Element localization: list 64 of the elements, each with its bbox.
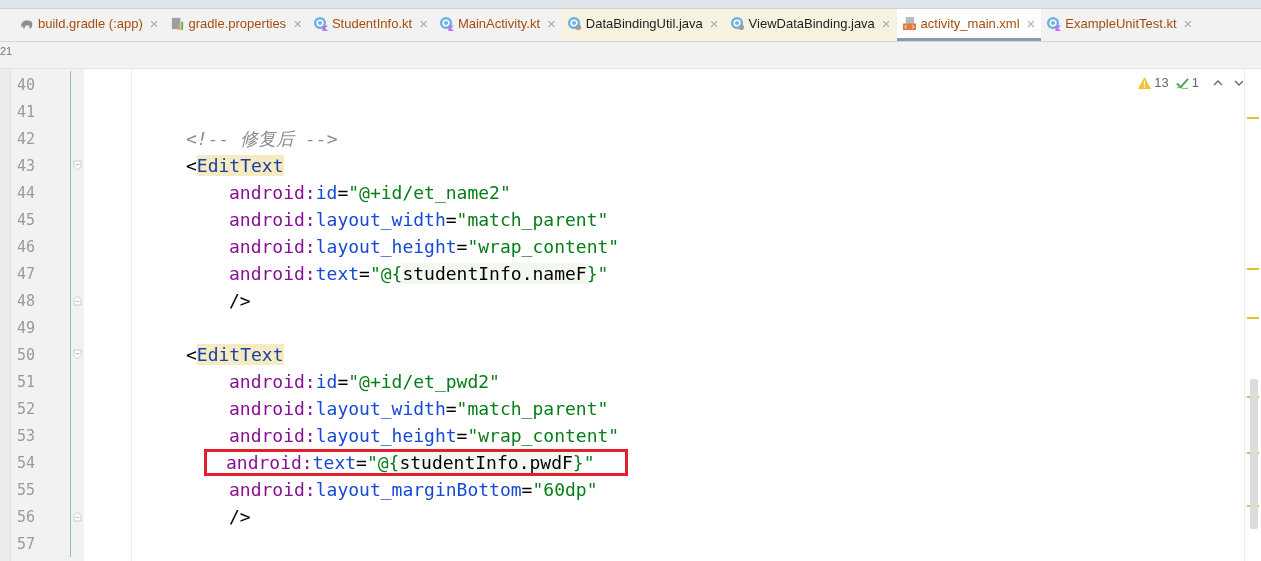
line-number: 53 — [16, 426, 37, 445]
code-line: android:id="@+id/et_pwd2" — [228, 370, 501, 394]
chart-icon — [169, 16, 185, 31]
scrollbar-thumb[interactable] — [1250, 379, 1258, 529]
warning-count: 13 — [1154, 75, 1169, 90]
xml-file-icon — [901, 16, 917, 31]
line-number: 49 — [16, 318, 37, 337]
class-icon — [312, 16, 328, 31]
line-number: 57 — [16, 534, 37, 553]
code-line: <!-- 修复后 --> — [185, 126, 339, 151]
tab-label: build.gradle (:app) — [38, 16, 143, 31]
fold-icon[interactable] — [73, 511, 83, 522]
line-number: 50 — [16, 345, 37, 364]
line-number: 43 — [16, 156, 37, 175]
line-number: 56 — [16, 507, 37, 526]
code-line: /> — [228, 505, 252, 529]
code-line: android:layout_marginBottom="60dp" — [228, 478, 599, 502]
line-number: 45 — [16, 210, 37, 229]
warning-icon[interactable] — [1138, 76, 1152, 89]
code-line: android:layout_width="match_parent" — [228, 208, 610, 232]
check-icon[interactable] — [1175, 76, 1189, 89]
line-number: 47 — [16, 264, 37, 283]
panel-label: 21 — [0, 45, 13, 57]
code-line: android:id="@+id/et_name2" — [228, 181, 512, 205]
line-number: 40 — [16, 75, 37, 94]
code-line: android:layout_height="wrap_content" — [228, 235, 621, 259]
fold-icon[interactable] — [73, 349, 83, 360]
line-number: 55 — [16, 480, 37, 499]
line-number: 42 — [16, 129, 37, 148]
code-line: /> — [228, 289, 252, 313]
line-number: 41 — [16, 102, 37, 121]
tab-label: gradle.properties — [188, 16, 287, 31]
line-number: 44 — [16, 183, 37, 202]
editor-tab[interactable]: StudentInfo.kt × — [307, 9, 434, 41]
editor-tab[interactable]: ViewDataBinding.java × — [724, 9, 897, 41]
line-number: 51 — [16, 372, 37, 391]
tab-label: ExampleUnitTest.kt — [1065, 16, 1177, 31]
line-number: 52 — [16, 399, 37, 418]
editor-tab[interactable]: gradle.properties × — [164, 9, 308, 41]
tab-label: activity_main.xml — [920, 16, 1020, 31]
tab-label: MainActivity.kt — [457, 16, 540, 31]
fold-icon[interactable] — [73, 295, 83, 306]
line-number: 48 — [16, 291, 37, 310]
fold-icon[interactable] — [73, 160, 83, 171]
code-line: android:text="@{studentInfo.nameF}" — [228, 262, 610, 286]
line-number: 46 — [16, 237, 37, 256]
weak-warning-count: 1 — [1191, 75, 1199, 90]
line-number: 54 — [16, 453, 37, 472]
class-icon — [566, 16, 582, 31]
code-line: <EditText — [185, 343, 285, 367]
code-line: <EditText — [185, 154, 285, 178]
class-icon — [438, 16, 454, 31]
code-line: android:layout_height="wrap_content" — [228, 424, 621, 448]
class-icon — [1046, 16, 1062, 31]
editor-tab[interactable]: activity_main.xml × — [896, 9, 1042, 41]
tab-label: StudentInfo.kt — [331, 16, 413, 31]
editor-tab[interactable]: build.gradle (:app) × — [14, 9, 165, 41]
tab-label: DataBindingUtil.java — [585, 16, 703, 31]
editor-tab[interactable]: DataBindingUtil.java × — [561, 9, 725, 41]
tab-label: ViewDataBinding.java — [748, 16, 875, 31]
class-icon — [729, 16, 745, 31]
code-line: android:layout_width="match_parent" — [228, 397, 610, 421]
editor-tab[interactable]: MainActivity.kt × — [433, 9, 562, 41]
editor-tab[interactable]: ExampleUnitTest.kt × — [1041, 9, 1199, 41]
